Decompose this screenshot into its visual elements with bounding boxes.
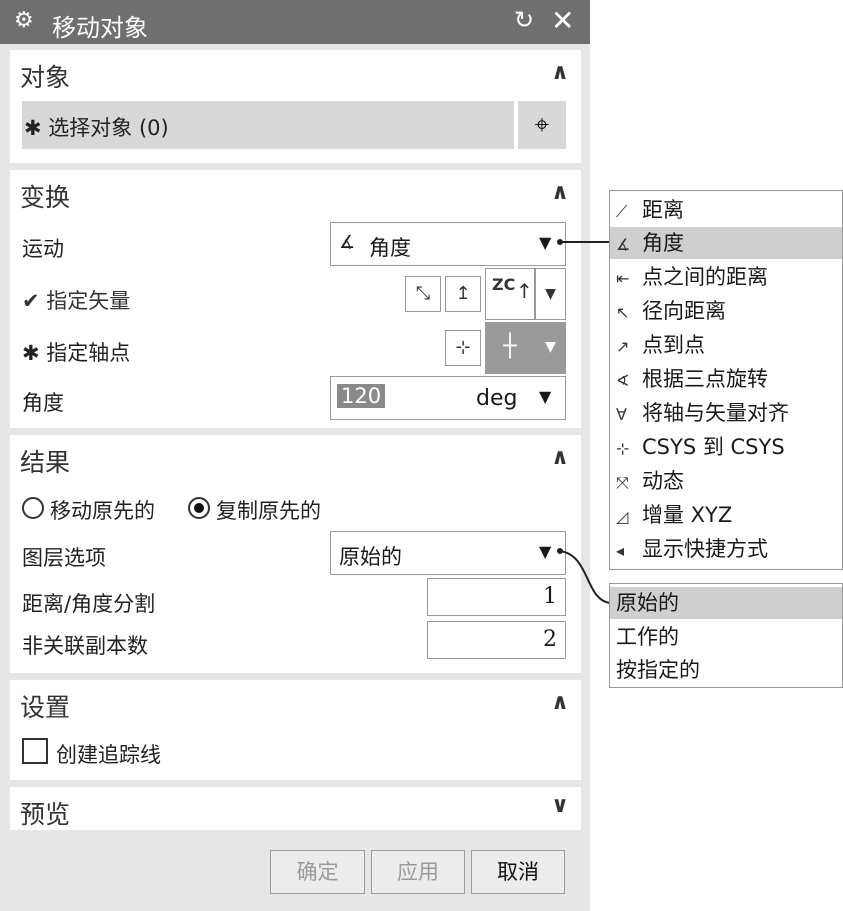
three-point-rotate-icon: ∢ <box>616 371 630 390</box>
menu-item-label: 工作的 <box>616 625 679 649</box>
motion-callout-dot <box>557 239 563 245</box>
menu-item-csys[interactable]: ⊹ CSYS 到 CSYS <box>610 431 842 463</box>
menu-item-point-to-point[interactable]: ↗ 点到点 <box>610 329 842 361</box>
menu-item-radial-distance[interactable]: ↖ 径向距离 <box>610 295 842 327</box>
point-distance-icon: ⇤ <box>616 269 630 288</box>
point-to-point-icon: ↗ <box>616 337 630 356</box>
menu-item-label: 动态 <box>642 469 684 493</box>
menu-item-three-point-rotate[interactable]: ∢ 根据三点旋转 <box>610 363 842 395</box>
angle-icon: ∡ <box>616 235 631 254</box>
menu-item-point-distance[interactable]: ⇤ 点之间的距离 <box>610 261 842 293</box>
menu-item-label: 将轴与矢量对齐 <box>642 401 789 425</box>
menu-item-shortcut[interactable]: ◂ 显示快捷方式 <box>610 533 842 565</box>
menu-item-axis-align[interactable]: ∀ 将轴与矢量对齐 <box>610 397 842 429</box>
layer-callout-dot <box>557 548 563 554</box>
menu-item-dynamic[interactable]: ⤧ 动态 <box>610 465 842 497</box>
menu-item-label: 增量 XYZ <box>642 503 733 527</box>
menu-item-label: 点到点 <box>642 333 705 357</box>
layer-item-original[interactable]: 原始的 <box>610 587 842 619</box>
dynamic-icon: ⤧ <box>616 473 629 492</box>
menu-item-label: CSYS 到 CSYS <box>642 435 785 459</box>
menu-item-label: 根据三点旋转 <box>642 367 768 391</box>
layer-item-work[interactable]: 工作的 <box>610 621 842 653</box>
menu-item-angle[interactable]: ∡ 角度 <box>610 227 842 259</box>
menu-item-label: 原始的 <box>616 591 679 615</box>
menu-item-delta-xyz[interactable]: ◿ 增量 XYZ <box>610 499 842 531</box>
delta-xyz-icon: ◿ <box>616 507 629 526</box>
distance-icon: ⟋ <box>616 202 628 221</box>
menu-item-label: 径向距离 <box>642 299 726 323</box>
layer-menu: 原始的 工作的 按指定的 <box>609 583 843 688</box>
shortcut-icon: ◂ <box>616 541 625 560</box>
menu-item-label: 显示快捷方式 <box>642 537 768 561</box>
menu-item-label: 点之间的距离 <box>642 265 768 289</box>
radial-distance-icon: ↖ <box>616 303 630 322</box>
layer-callout-line <box>559 550 611 604</box>
menu-item-distance[interactable]: ⟋ 距离 <box>610 194 842 226</box>
csys-icon: ⊹ <box>616 439 630 458</box>
motion-menu: ⟋ 距离 ∡ 角度 ⇤ 点之间的距离 ↖ 径向距离 ↗ 点到点 ∢ 根据三点旋转 ∀ 将轴与矢… <box>609 190 843 570</box>
menu-item-label: 距离 <box>642 198 684 222</box>
axis-align-icon: ∀ <box>616 405 627 424</box>
menu-item-label: 按指定的 <box>616 658 700 682</box>
menu-item-label: 角度 <box>642 231 684 255</box>
layer-item-specified[interactable]: 按指定的 <box>610 654 842 686</box>
